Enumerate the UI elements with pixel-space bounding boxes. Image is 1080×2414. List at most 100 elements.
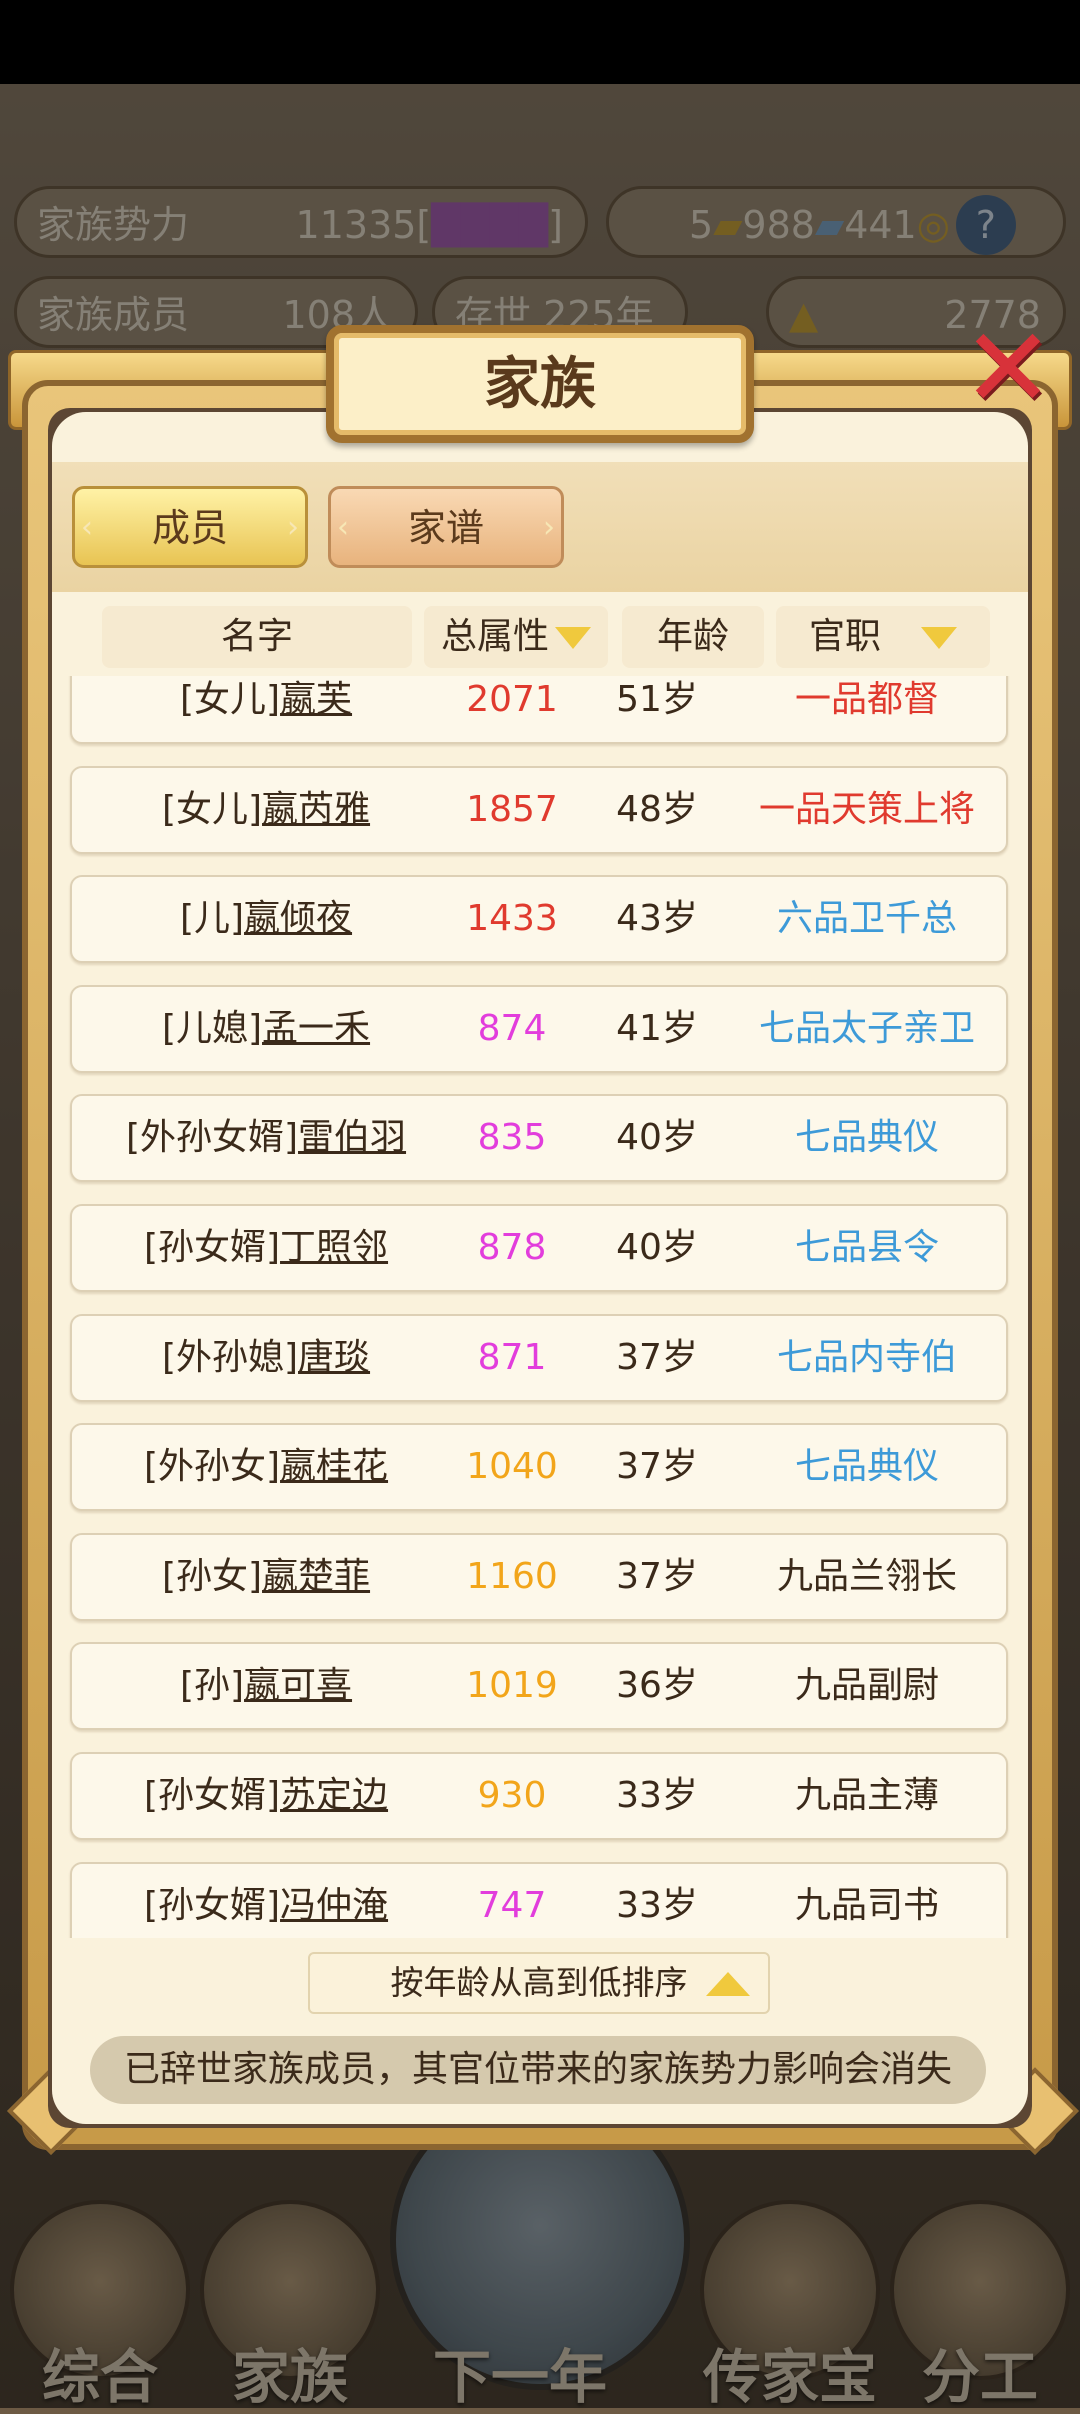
member-name-link[interactable]: 孟一禾 xyxy=(262,1008,370,1049)
member-relation: [孙女] xyxy=(161,1556,263,1597)
sort-down-icon xyxy=(921,627,957,649)
tab-members[interactable]: ‹ 成员 › xyxy=(72,486,308,568)
member-attr: 1433 xyxy=(466,898,558,939)
member-attr: 1857 xyxy=(466,789,558,830)
member-name-link[interactable]: 嬴倾夜 xyxy=(244,898,352,939)
modal-title: 家族 xyxy=(326,325,754,443)
member-rank: 九品副尉 xyxy=(794,1665,939,1706)
member-name-cell: [外孙女]嬴桂花 xyxy=(72,1425,460,1509)
member-name-link[interactable]: 雷伯羽 xyxy=(298,1117,406,1158)
chevron-right-icon: › xyxy=(287,510,299,545)
member-name-cell: [女儿]嬴芙 xyxy=(72,676,460,742)
member-name-link[interactable]: 嬴楚菲 xyxy=(262,1556,370,1597)
sort-down-icon xyxy=(555,627,591,649)
sort-up-icon xyxy=(706,1972,750,1996)
member-list[interactable]: [女儿]嬴芙 2071 51岁 一品都督 [女儿]嬴芮雅 1857 48岁 一品天策上将 [儿]… xyxy=(52,676,1028,1938)
member-relation: [孙女婿] xyxy=(143,1885,281,1926)
member-attr: 930 xyxy=(477,1775,547,1816)
member-rank: 七品典仪 xyxy=(794,1117,939,1158)
tab-members-label: 成员 xyxy=(151,506,228,550)
member-row[interactable]: [孙]嬴可喜 1019 36岁 九品副尉 xyxy=(70,1642,1008,1730)
member-name-link[interactable]: 丁照邻 xyxy=(280,1227,388,1268)
member-name-link[interactable]: 嬴可喜 xyxy=(244,1665,352,1706)
close-icon[interactable]: ✕ xyxy=(958,313,1058,423)
member-relation: [孙女婿] xyxy=(143,1775,281,1816)
member-row[interactable]: [儿]嬴倾夜 1433 43岁 六品卫千总 xyxy=(70,875,1008,963)
member-relation: [外孙女婿] xyxy=(125,1117,299,1158)
member-row[interactable]: [外孙媳]唐琰 871 37岁 七品内寺伯 xyxy=(70,1314,1008,1402)
column-header-age[interactable]: 年龄 xyxy=(622,606,764,668)
member-name-link[interactable]: 嬴芙 xyxy=(280,679,352,720)
member-row[interactable]: [儿媳]孟一禾 874 41岁 七品太子亲卫 xyxy=(70,985,1008,1073)
member-age: 37岁 xyxy=(616,1556,698,1597)
member-attr: 1040 xyxy=(466,1446,558,1487)
member-name-cell: [孙女婿]苏定边 xyxy=(72,1754,460,1838)
member-rank: 九品兰翎长 xyxy=(776,1556,957,1597)
member-attr: 835 xyxy=(477,1117,547,1158)
member-relation: [外孙女] xyxy=(143,1446,281,1487)
member-relation: [孙] xyxy=(179,1665,245,1706)
member-row[interactable]: [外孙女婿]雷伯羽 835 40岁 七品典仪 xyxy=(70,1094,1008,1182)
member-row[interactable]: [孙女婿]丁照邻 878 40岁 七品县令 xyxy=(70,1204,1008,1292)
tab-genealogy-label: 家谱 xyxy=(407,506,484,550)
member-age: 40岁 xyxy=(616,1117,698,1158)
tab-genealogy[interactable]: ‹ 家谱 › xyxy=(328,486,564,568)
chevron-left-icon: ‹ xyxy=(81,510,93,545)
member-attr: 878 xyxy=(477,1227,547,1268)
member-age: 48岁 xyxy=(616,789,698,830)
member-attr: 747 xyxy=(477,1885,547,1926)
member-name-link[interactable]: 唐琰 xyxy=(298,1337,370,1378)
member-row[interactable]: [外孙女]嬴桂花 1040 37岁 七品典仪 xyxy=(70,1423,1008,1511)
member-name-cell: [女儿]嬴芮雅 xyxy=(72,768,460,852)
member-age: 40岁 xyxy=(616,1227,698,1268)
member-relation: [儿] xyxy=(179,898,245,939)
member-relation: [孙女婿] xyxy=(143,1227,281,1268)
member-row[interactable]: [孙女婿]冯仲淹 747 33岁 九品司书 xyxy=(70,1862,1008,1938)
member-name-cell: [外孙媳]唐琰 xyxy=(72,1316,460,1400)
member-row[interactable]: [孙女婿]苏定边 930 33岁 九品主薄 xyxy=(70,1752,1008,1840)
member-relation: [女儿] xyxy=(179,679,281,720)
member-age: 33岁 xyxy=(616,1885,698,1926)
member-name-cell: [儿媳]孟一禾 xyxy=(72,987,460,1071)
member-row[interactable]: [孙女]嬴楚菲 1160 37岁 九品兰翎长 xyxy=(70,1533,1008,1621)
member-age: 36岁 xyxy=(616,1665,698,1706)
member-rank: 七品太子亲卫 xyxy=(758,1008,975,1049)
member-rank: 一品天策上将 xyxy=(758,789,975,830)
chevron-right-icon: › xyxy=(543,510,555,545)
member-rank: 七品内寺伯 xyxy=(776,1337,957,1378)
member-age: 37岁 xyxy=(616,1446,698,1487)
member-attr: 1160 xyxy=(466,1556,558,1597)
member-rank: 七品县令 xyxy=(794,1227,939,1268)
member-age: 37岁 xyxy=(616,1337,698,1378)
member-rank: 六品卫千总 xyxy=(776,898,957,939)
member-name-link[interactable]: 嬴桂花 xyxy=(280,1446,388,1487)
member-relation: [女儿] xyxy=(161,789,263,830)
member-age: 41岁 xyxy=(616,1008,698,1049)
member-name-cell: [孙女婿]丁照邻 xyxy=(72,1206,460,1290)
member-age: 43岁 xyxy=(616,898,698,939)
member-name-cell: [外孙女婿]雷伯羽 xyxy=(72,1096,460,1180)
chevron-left-icon: ‹ xyxy=(337,510,349,545)
member-name-cell: [孙]嬴可喜 xyxy=(72,1644,460,1728)
column-header-rank[interactable]: 官职 xyxy=(776,606,990,668)
member-name-link[interactable]: 苏定边 xyxy=(280,1775,388,1816)
member-name-cell: [儿]嬴倾夜 xyxy=(72,877,460,961)
member-row[interactable]: [女儿]嬴芙 2071 51岁 一品都督 xyxy=(70,676,1008,744)
member-relation: [外孙媳] xyxy=(161,1337,299,1378)
status-bar xyxy=(0,0,1080,84)
member-attr: 874 xyxy=(477,1008,547,1049)
member-relation: [儿媳] xyxy=(161,1008,263,1049)
column-header-attr[interactable]: 总属性 xyxy=(424,606,608,668)
member-name-cell: [孙女婿]冯仲淹 xyxy=(72,1864,460,1938)
member-rank: 七品典仪 xyxy=(794,1446,939,1487)
member-age: 33岁 xyxy=(616,1775,698,1816)
member-attr: 871 xyxy=(477,1337,547,1378)
sort-order-label: 按年龄从高到低排序 xyxy=(390,1963,688,2002)
member-row[interactable]: [女儿]嬴芮雅 1857 48岁 一品天策上将 xyxy=(70,766,1008,854)
member-attr: 2071 xyxy=(466,679,558,720)
member-name-link[interactable]: 冯仲淹 xyxy=(280,1885,388,1926)
member-attr: 1019 xyxy=(466,1665,558,1706)
sort-order-button[interactable]: 按年龄从高到低排序 xyxy=(308,1952,770,2014)
member-name-link[interactable]: 嬴芮雅 xyxy=(262,789,370,830)
deceased-notice: 已辞世家族成员，其官位带来的家族势力影响会消失 xyxy=(90,2036,986,2104)
